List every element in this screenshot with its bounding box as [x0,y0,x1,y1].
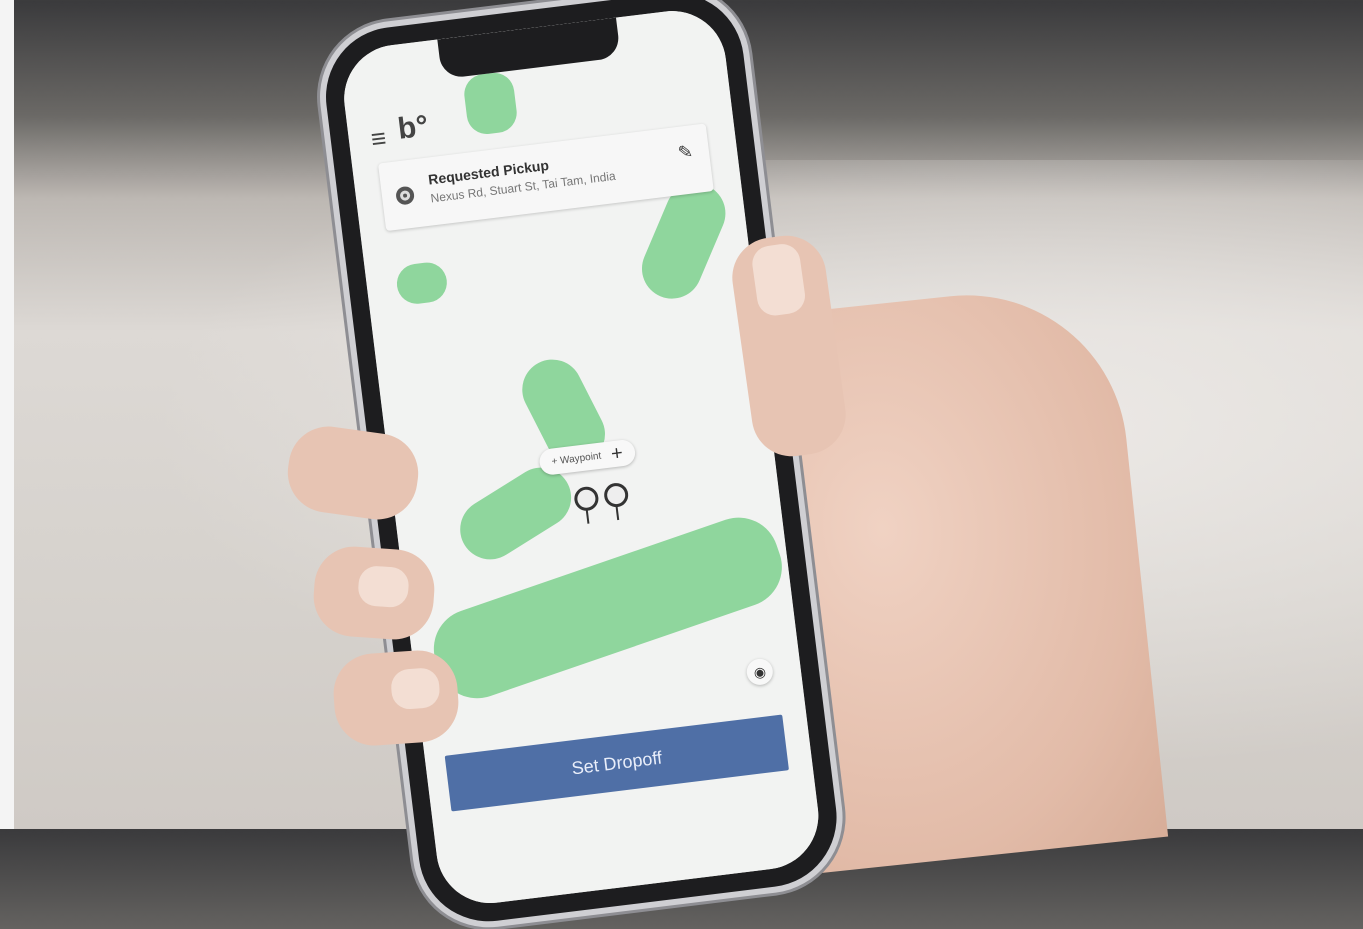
app-logo: b° [395,109,431,146]
finger [311,543,437,643]
pickup-pin-icon [395,185,416,206]
finger [330,647,462,749]
pencil-icon[interactable]: ✎ [677,141,695,164]
plus-icon[interactable]: + [610,442,624,466]
map-park [462,70,519,137]
waypoint-label: + Waypoint [550,450,602,468]
